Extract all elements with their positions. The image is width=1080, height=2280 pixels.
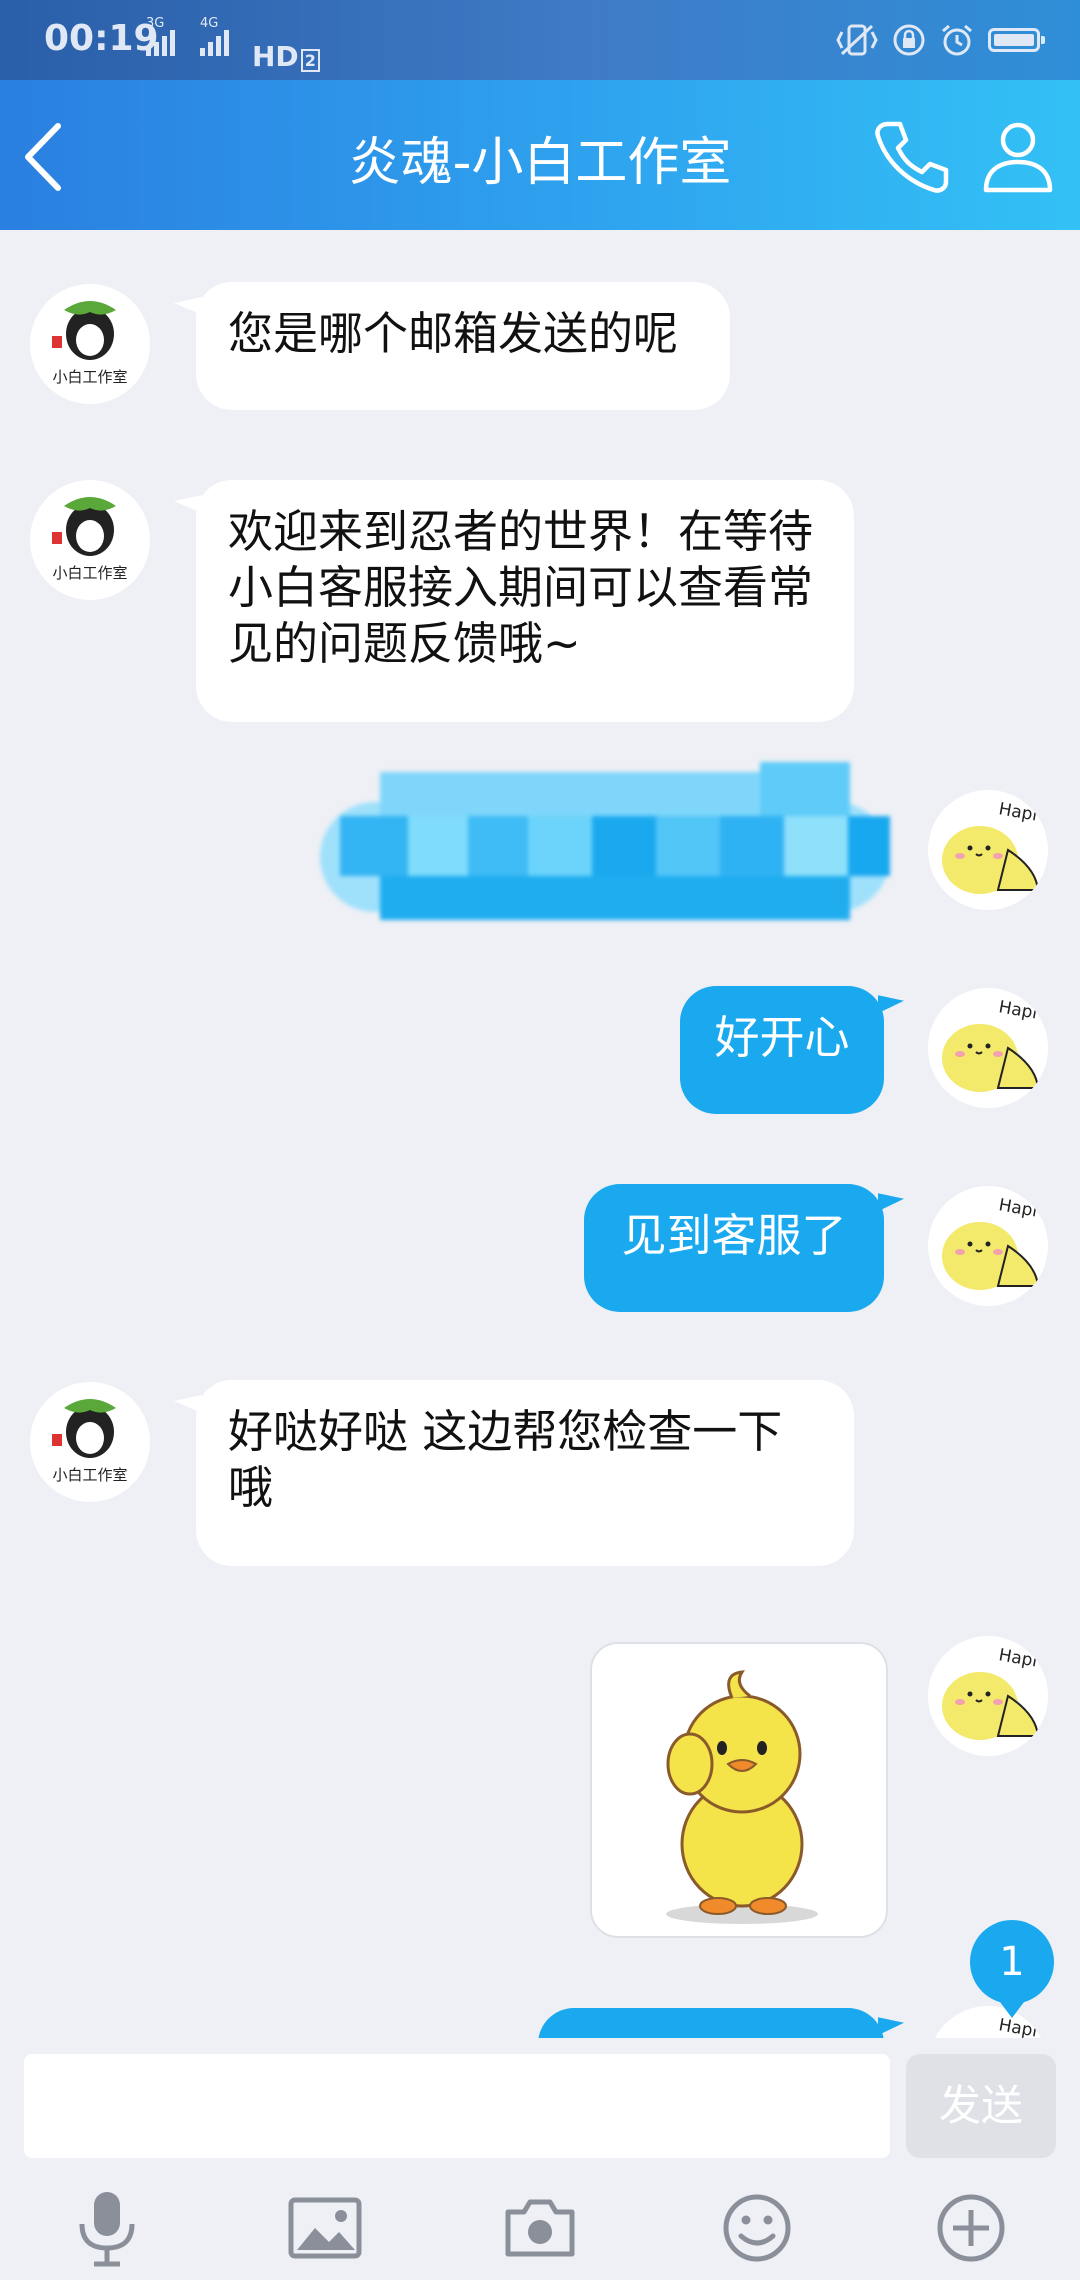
avatar[interactable]: 小白工作室 — [30, 480, 150, 600]
image-picker-button[interactable] — [280, 2183, 370, 2273]
duck-sticker-image — [666, 1670, 818, 1924]
lock-rotation-icon — [893, 24, 925, 56]
message-text: 好哒好哒 这边帮您检查一下哦 — [228, 1405, 783, 1514]
signal-strength-icon: 3G — [146, 16, 186, 60]
chick-avatar-icon: Hapi — [942, 1645, 1040, 1740]
chick-avatar-caption: Hapi — [997, 997, 1039, 1023]
hd-voice-icon: HD 2 — [252, 40, 320, 73]
plus-icon — [937, 2194, 1005, 2262]
phone-icon — [875, 121, 949, 193]
censored-message-bubble[interactable] — [320, 762, 890, 954]
voice-input-button[interactable] — [62, 2183, 152, 2273]
emoji-icon — [723, 2194, 791, 2262]
emoji-button[interactable] — [712, 2183, 802, 2273]
chick-avatar-icon: Hapi — [997, 2015, 1039, 2038]
battery-icon — [988, 28, 1045, 52]
person-icon — [983, 122, 1053, 193]
message-text: 见到客服了 — [621, 1209, 847, 1262]
chat-header: 炎魂-小白工作室 — [0, 80, 1080, 230]
studio-avatar-icon: 小白工作室 — [52, 301, 128, 386]
vibrate-icon — [836, 24, 878, 56]
message-bubble[interactable]: 好哒好哒 这边帮您检查一下哦 — [196, 1380, 854, 1566]
camera-button[interactable] — [495, 2183, 585, 2273]
avatar[interactable]: Hapi — [928, 790, 1048, 910]
studio-avatar-icon: 小白工作室 — [52, 497, 128, 582]
signal-strength-icon: 4G — [200, 16, 246, 60]
chick-avatar-icon: Hapi — [942, 997, 1040, 1092]
image-icon — [288, 2197, 362, 2259]
chick-avatar-icon: Hapi — [942, 799, 1040, 894]
chick-avatar-caption: Hapi — [997, 1645, 1039, 1671]
alarm-icon — [942, 24, 972, 56]
studio-avatar-caption: 小白工作室 — [52, 368, 127, 386]
message-text: 欢迎来到忍者的世界！在等待小白客服接入期间可以查看常见的问题反馈哦~ — [228, 505, 814, 670]
camera-icon — [505, 2199, 575, 2257]
message-bubble[interactable]: 见到客服了 — [584, 1184, 884, 1312]
avatar[interactable]: Hapi — [928, 1636, 1048, 1756]
message-bubble[interactable]: 欢迎来到忍者的世界！在等待小白客服接入期间可以查看常见的问题反馈哦~ — [196, 480, 854, 722]
microphone-icon — [79, 2192, 135, 2267]
studio-avatar-caption: 小白工作室 — [52, 564, 127, 582]
chat-message-list[interactable]: 小白工作室 您是哪个邮箱发送的呢 小白工作室 欢迎来到忍者的世界！在等待小白客服… — [0, 230, 1080, 2038]
studio-avatar-caption: 小白工作室 — [52, 1466, 127, 1484]
status-bar: 00:19 3G 4G HD 2 — [0, 0, 1080, 80]
status-time: 00:19 — [44, 18, 159, 59]
message-bubble[interactable] — [538, 2008, 884, 2038]
message-bubble[interactable]: 好开心 — [680, 986, 884, 1114]
chick-avatar-icon: Hapi — [942, 1195, 1040, 1290]
avatar[interactable]: 小白工作室 — [30, 1382, 150, 1502]
message-bubble[interactable]: 您是哪个邮箱发送的呢 — [196, 282, 730, 410]
more-options-button[interactable] — [926, 2183, 1016, 2273]
message-text: 您是哪个邮箱发送的呢 — [228, 307, 679, 360]
chick-avatar-caption: Hapi — [997, 799, 1039, 825]
sticker-message[interactable] — [590, 1642, 888, 1938]
avatar[interactable]: Hapi — [928, 988, 1048, 1108]
chick-avatar-caption: Hapi — [997, 1195, 1039, 1221]
message-input[interactable] — [24, 2054, 890, 2158]
input-toolbar — [0, 2183, 1080, 2273]
status-icons — [836, 22, 1045, 58]
unread-count-badge[interactable]: 1 — [970, 1920, 1054, 2018]
message-input-bar: 发送 — [0, 2038, 1080, 2280]
message-text: 好开心 — [714, 1011, 850, 1064]
profile-button[interactable] — [980, 118, 1056, 198]
avatar[interactable]: 小白工作室 — [30, 284, 150, 404]
voice-call-button[interactable] — [874, 118, 950, 198]
send-button[interactable]: 发送 — [906, 2054, 1056, 2158]
chick-avatar-caption: Hapi — [997, 2015, 1039, 2038]
studio-avatar-icon: 小白工作室 — [52, 1399, 128, 1484]
avatar[interactable]: Hapi — [928, 2006, 1048, 2038]
pixelated-censor-overlay — [320, 762, 890, 920]
avatar[interactable]: Hapi — [928, 1186, 1048, 1306]
